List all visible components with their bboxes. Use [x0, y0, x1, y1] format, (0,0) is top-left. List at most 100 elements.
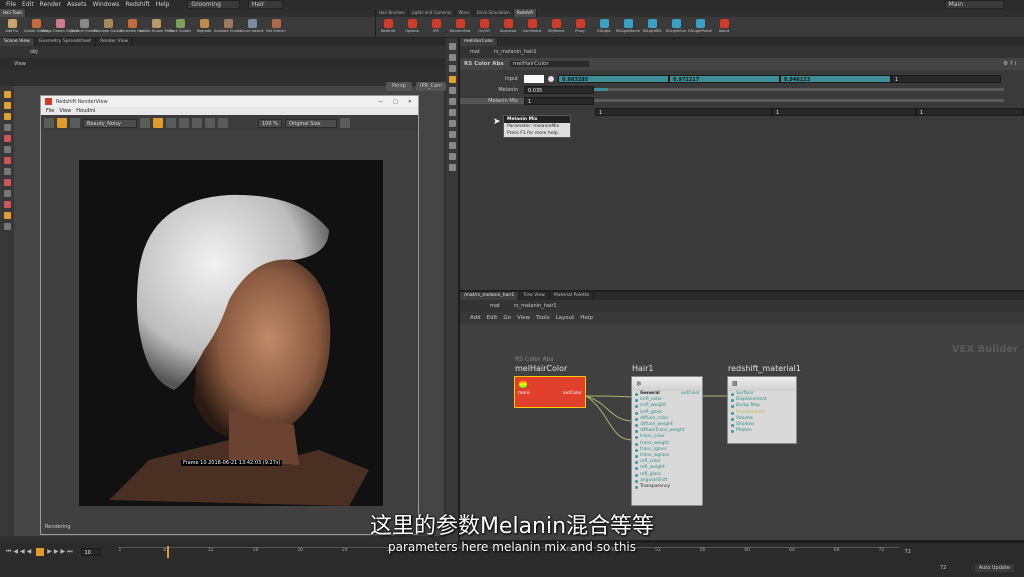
param-path-mat[interactable]: mat [470, 49, 480, 55]
path-obj[interactable]: obj [30, 49, 38, 55]
color-picker-icon[interactable] [548, 75, 554, 82]
row4-field-3[interactable]: 1 [915, 107, 1024, 116]
gear-icon[interactable] [340, 118, 350, 128]
pan-icon[interactable] [205, 118, 215, 128]
tool-rslightportal[interactable]: RSLightPortal [688, 19, 712, 33]
tool-isolate-groom[interactable]: Isolate Groom Parts [139, 19, 173, 33]
context-select[interactable]: Hair [247, 0, 284, 9]
menu-assets[interactable]: Assets [67, 1, 87, 8]
gear-param-icon[interactable]: ⚙ ? i [1003, 61, 1016, 67]
tool-renderview[interactable]: RenderView [448, 19, 472, 33]
tool-deform-guides[interactable]: Deform Guides [71, 19, 97, 33]
shelf-tab-wires[interactable]: Wires [456, 9, 474, 17]
refresh-icon[interactable] [70, 118, 80, 128]
rv-menu-file[interactable]: File [46, 108, 54, 114]
grid-tool-icon[interactable] [3, 223, 11, 230]
zoom-select[interactable]: 100 % [258, 118, 282, 128]
size-select[interactable]: Original Size [285, 118, 337, 128]
shade-icon[interactable] [448, 65, 456, 72]
handle-tool-icon[interactable] [3, 135, 11, 142]
desktop-select[interactable]: Grooming [187, 0, 240, 9]
node3-input[interactable]: Photon [728, 428, 796, 434]
tool-about[interactable]: About [712, 19, 736, 33]
tab-melhaircolor[interactable]: melHairColor [460, 38, 499, 46]
persp-menu[interactable]: Persp [386, 82, 412, 91]
melanin-mix-field[interactable]: 1 [524, 96, 594, 105]
node2-input[interactable]: Transparency [632, 484, 702, 490]
magnet-tool-icon[interactable] [3, 201, 11, 208]
tool-rslight[interactable]: RSLight [592, 19, 616, 33]
camera-menu[interactable]: IPR_Cam [416, 82, 446, 91]
tab-geometry-spreadsheet[interactable]: Geometry Spreadsheet [35, 38, 97, 46]
tool-simulate-guides[interactable]: Simulate Guides [94, 19, 122, 33]
rv-menu-houdini[interactable]: Houdini [76, 108, 95, 114]
tool-camparms[interactable]: CamParms [520, 19, 544, 33]
pin-tool-icon[interactable] [3, 157, 11, 164]
tool-rslightsun[interactable]: RSLightSun [664, 19, 688, 33]
maximize-icon[interactable]: □ [393, 99, 398, 105]
color-icon[interactable] [140, 118, 150, 128]
wire-icon[interactable] [448, 54, 456, 61]
row4-field-2[interactable]: 1 [772, 107, 916, 116]
scale-tool-icon[interactable] [3, 124, 11, 131]
shelf-tab-lights[interactable]: Lights and Cameras [409, 9, 456, 17]
menu-edit[interactable]: Edit [22, 1, 34, 8]
input-a-field[interactable]: 1 [891, 74, 1001, 83]
tool-merge-groom[interactable]: Merge Groom Objects [41, 19, 79, 33]
input-g-field[interactable]: 0.972217 [669, 74, 780, 83]
node1-output[interactable]: outColor [563, 391, 582, 396]
tab-scene-view[interactable]: Scene View [0, 38, 35, 46]
points-icon[interactable] [448, 98, 456, 105]
melanin-field[interactable]: 0.035 [524, 85, 594, 94]
tool-snapshot[interactable]: Snapshot [496, 19, 520, 33]
close-icon[interactable]: ✕ [408, 99, 412, 105]
node-name-field[interactable]: melHairColor [509, 61, 589, 67]
orange-tool-icon[interactable] [3, 212, 11, 219]
region-icon[interactable] [166, 118, 176, 128]
tool-regrade[interactable]: Regrade [192, 19, 216, 33]
aov-select[interactable]: Beauty_Noisy [83, 118, 137, 128]
shelf-tab-hair-tools[interactable]: Hair Tools [0, 9, 27, 17]
menu-render[interactable]: Render [40, 1, 61, 8]
move-tool-icon[interactable] [3, 102, 11, 109]
rv-menu-view[interactable]: View [59, 108, 71, 114]
menu-help[interactable]: Help [156, 1, 170, 8]
display-icon[interactable] [448, 43, 456, 50]
lock-icon[interactable] [218, 118, 228, 128]
normals-icon[interactable] [448, 109, 456, 116]
bg-icon[interactable] [448, 131, 456, 138]
tool-onoff[interactable]: On/Off [472, 19, 496, 33]
input-r-field[interactable]: 0.983285 [558, 74, 669, 83]
node-melhaircolor[interactable]: more outColor [514, 376, 586, 408]
menu-file[interactable]: File [6, 1, 16, 8]
tool-options[interactable]: Options [400, 19, 424, 33]
bucket-icon[interactable] [153, 118, 163, 128]
auto-update-select[interactable]: Auto Update [974, 564, 1014, 572]
tool-rslighties[interactable]: RSLightIES [640, 19, 664, 33]
row4-field-1[interactable]: 1 [594, 107, 773, 116]
snap2-icon[interactable] [448, 153, 456, 160]
shelf-tab-redshift[interactable]: Redshift [513, 9, 538, 17]
menu-redshift[interactable]: Redshift [125, 1, 149, 8]
input-b-field[interactable]: 0.946123 [780, 74, 891, 83]
param-path-node[interactable]: rs_melanin_hair1 [494, 49, 537, 55]
grid-icon[interactable] [179, 118, 189, 128]
tool-objparms[interactable]: ObjParms [544, 19, 568, 33]
select-tool-icon[interactable] [3, 91, 11, 98]
node-hair1[interactable]: ❄ outColor General irefl_color irefl_wei… [631, 376, 703, 506]
vis-icon[interactable] [448, 164, 456, 171]
tool-animate-guides[interactable]: Animate Guides [214, 19, 242, 33]
tool-rslightdome[interactable]: RSLightDome [616, 19, 640, 33]
minimize-icon[interactable]: — [378, 99, 383, 105]
tool-ipr[interactable]: IPR [424, 19, 448, 33]
settings-icon[interactable] [192, 118, 202, 128]
save-icon[interactable] [44, 118, 54, 128]
uv-icon[interactable] [448, 120, 456, 127]
ghost-icon[interactable] [448, 87, 456, 94]
tab-render-view[interactable]: Render View [96, 38, 134, 46]
snap-tool-icon[interactable] [3, 168, 11, 175]
tool-set-direction[interactable]: Set Directn [264, 19, 288, 33]
grid2-icon[interactable] [448, 142, 456, 149]
melanin-mix-slider[interactable] [594, 99, 1004, 102]
rotate-tool-icon[interactable] [3, 113, 11, 120]
